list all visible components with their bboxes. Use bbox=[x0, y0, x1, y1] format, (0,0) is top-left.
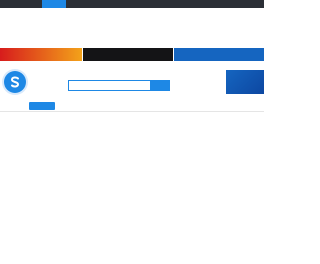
tab[interactable] bbox=[107, 102, 133, 110]
link-column bbox=[212, 9, 265, 46]
directory-link[interactable] bbox=[106, 40, 159, 44]
search-box bbox=[68, 80, 170, 91]
banner-ad-left[interactable] bbox=[0, 48, 82, 61]
directory-link[interactable] bbox=[159, 40, 212, 44]
site-name[interactable] bbox=[31, 78, 71, 86]
footer bbox=[0, 223, 264, 264]
banner-ad-right-text bbox=[178, 51, 260, 58]
nav-item[interactable] bbox=[234, 0, 258, 8]
directory-link[interactable] bbox=[53, 40, 106, 44]
footer-text bbox=[4, 233, 260, 237]
link-column bbox=[106, 9, 159, 46]
tab[interactable] bbox=[159, 102, 185, 110]
side-ad-line-1 bbox=[229, 75, 262, 81]
search-input[interactable] bbox=[69, 81, 129, 90]
footer-text bbox=[4, 243, 260, 247]
tab[interactable] bbox=[81, 102, 107, 110]
banner-ad-left-text bbox=[4, 51, 78, 58]
footer-text bbox=[4, 223, 260, 227]
empty-state-message bbox=[40, 156, 224, 165]
directory-link[interactable] bbox=[212, 40, 265, 44]
tab[interactable] bbox=[3, 102, 29, 110]
banner-ad-right[interactable] bbox=[174, 48, 264, 61]
link-column bbox=[159, 9, 212, 46]
search-button[interactable] bbox=[150, 81, 169, 90]
nav-item[interactable] bbox=[18, 0, 42, 8]
tab[interactable] bbox=[237, 102, 263, 110]
nav-item[interactable] bbox=[138, 0, 162, 8]
footer-text bbox=[4, 228, 260, 232]
footer-text bbox=[4, 248, 260, 252]
nav-item-active[interactable] bbox=[42, 0, 66, 8]
nav-item[interactable] bbox=[90, 0, 114, 8]
link-column bbox=[53, 9, 106, 46]
banner-ad-middle[interactable] bbox=[83, 48, 173, 61]
tab[interactable] bbox=[211, 102, 237, 110]
nav-item[interactable] bbox=[186, 0, 210, 8]
s-logo-glyph bbox=[10, 76, 20, 88]
tab[interactable] bbox=[55, 102, 81, 110]
result-area bbox=[0, 112, 264, 218]
search-type-select[interactable] bbox=[129, 81, 150, 90]
tab-active[interactable] bbox=[29, 102, 55, 110]
s-logo-icon[interactable] bbox=[4, 71, 26, 93]
query-tabs bbox=[0, 101, 264, 112]
nav-item[interactable] bbox=[162, 0, 186, 8]
side-ad[interactable] bbox=[226, 70, 264, 94]
link-column bbox=[0, 9, 53, 46]
nav-item[interactable] bbox=[66, 0, 90, 8]
nav-item-home[interactable] bbox=[0, 0, 18, 8]
tab[interactable] bbox=[185, 102, 211, 110]
link-directory bbox=[0, 9, 264, 46]
nav-item[interactable] bbox=[114, 0, 138, 8]
directory-link[interactable] bbox=[0, 40, 53, 44]
side-ad-line-2 bbox=[229, 83, 262, 89]
footer-text bbox=[4, 238, 260, 242]
nav-item[interactable] bbox=[210, 0, 234, 8]
top-nav-bar bbox=[0, 0, 264, 8]
tab[interactable] bbox=[133, 102, 159, 110]
banner-ad-middle-text bbox=[87, 51, 169, 58]
